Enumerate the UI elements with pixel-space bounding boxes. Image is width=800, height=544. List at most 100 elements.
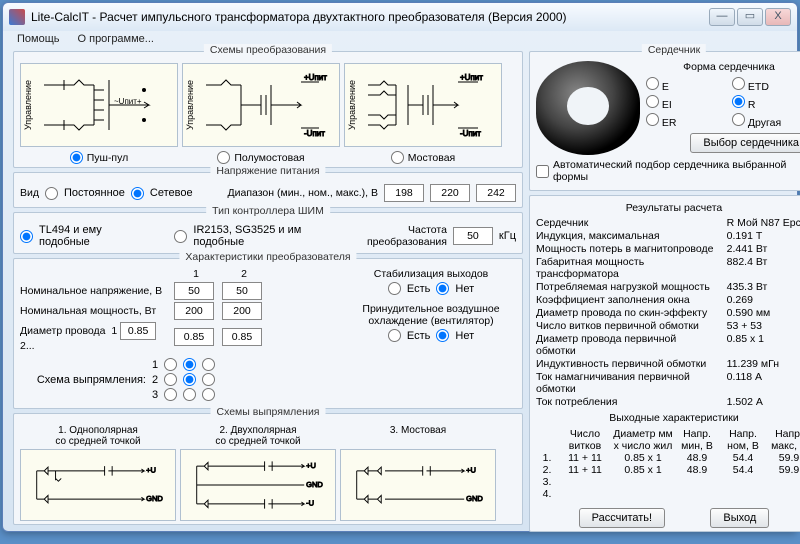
scheme-pushpull-img: Управление ~Uпит+ bbox=[20, 63, 178, 147]
input-vmin[interactable] bbox=[384, 184, 424, 202]
rs2-1[interactable] bbox=[164, 373, 177, 386]
svg-text:GND: GND bbox=[306, 480, 323, 489]
rs1-1[interactable] bbox=[164, 358, 177, 371]
pwm-box: Тип контроллера ШИМ TL494 и ему подобные… bbox=[13, 212, 523, 254]
fan-yes: Есть bbox=[407, 330, 430, 342]
rs3-2[interactable] bbox=[183, 388, 196, 401]
conversion-schemes-box: Схемы преобразования Управление ~Uпит+ П… bbox=[13, 51, 523, 168]
radio-fan-yes[interactable] bbox=[388, 329, 401, 342]
res-pgab-lbl: Габаритная мощность трансформатора bbox=[536, 256, 717, 280]
label-pushpull: Пуш-пул bbox=[87, 152, 129, 164]
rs3-3[interactable] bbox=[202, 388, 215, 401]
res-kfill-lbl: Коэффициент заполнения окна bbox=[536, 294, 717, 306]
res-np-lbl: Число витков первичной обмотки bbox=[536, 320, 717, 332]
freq-unit: кГц bbox=[499, 230, 516, 242]
input-wd1[interactable] bbox=[174, 328, 214, 346]
radio-E[interactable] bbox=[646, 77, 659, 90]
radio-ETD[interactable] bbox=[732, 77, 745, 90]
res-kfill-val: 0.269 bbox=[727, 294, 800, 306]
converter-params-box: Характеристики преобразователя 12 Номина… bbox=[13, 258, 523, 409]
radio-fullbridge[interactable] bbox=[391, 151, 404, 164]
input-v2[interactable] bbox=[222, 282, 262, 300]
input-p2[interactable] bbox=[222, 302, 262, 320]
out-h5: Напр. макс, В bbox=[766, 428, 800, 452]
radio-EI[interactable] bbox=[646, 95, 659, 108]
radio-fan-no[interactable] bbox=[436, 329, 449, 342]
radio-pushpull[interactable] bbox=[70, 151, 83, 164]
choose-core-button[interactable]: Выбор сердечника bbox=[690, 133, 800, 153]
more-label[interactable]: 2... bbox=[20, 340, 35, 352]
radio-constant[interactable] bbox=[45, 187, 58, 200]
rs1-3[interactable] bbox=[202, 358, 215, 371]
rs-row3: 3 bbox=[152, 389, 158, 401]
input-v1[interactable] bbox=[174, 282, 214, 300]
svg-text:-U: -U bbox=[306, 499, 314, 508]
rs-row2: 2 bbox=[152, 374, 158, 386]
nom-p-label: Номинальная мощность, Вт bbox=[20, 305, 170, 317]
radio-halfbridge[interactable] bbox=[217, 151, 230, 164]
rs2-title-b: со средней точкой bbox=[215, 436, 300, 447]
supply-range-label: Диапазон (мин., ном., макс.), В bbox=[228, 187, 379, 199]
rs2-3[interactable] bbox=[202, 373, 215, 386]
chk-auto-core[interactable] bbox=[536, 165, 549, 178]
maximize-button[interactable]: ▭ bbox=[737, 8, 763, 26]
radio-stab-no[interactable] bbox=[436, 282, 449, 295]
res-pload-val: 435.3 Вт bbox=[727, 281, 800, 293]
rs1-2[interactable] bbox=[183, 358, 196, 371]
minimize-button[interactable]: — bbox=[709, 8, 735, 26]
close-button[interactable]: X bbox=[765, 8, 791, 26]
res-imag-val: 0.118 А bbox=[727, 371, 800, 395]
menu-about[interactable]: О программе... bbox=[78, 33, 154, 45]
res-lp-lbl: Индуктивность первичной обмотки bbox=[536, 358, 717, 370]
input-p1[interactable] bbox=[174, 302, 214, 320]
radio-other[interactable] bbox=[732, 113, 745, 126]
input-freq[interactable] bbox=[453, 227, 493, 245]
radio-R[interactable] bbox=[732, 95, 745, 108]
stab-label: Стабилизация выходов bbox=[346, 268, 516, 280]
table-row: 4. bbox=[536, 488, 800, 500]
rs3-1[interactable] bbox=[164, 388, 177, 401]
input-wd0[interactable] bbox=[120, 322, 156, 340]
auto-core-label: Автоматический подбор сердечника выбранн… bbox=[553, 159, 800, 183]
halfbridge-circuit-icon: +Uпит-Uпит bbox=[186, 70, 336, 140]
supply-title: Напряжение питания bbox=[210, 165, 325, 177]
res-icons-val: 1.502 А bbox=[727, 396, 800, 408]
res-imag-lbl: Ток намагничивания первичной обмотки bbox=[536, 371, 717, 395]
label-fullbridge: Мостовая bbox=[408, 152, 455, 164]
label-ETD: ETD bbox=[748, 81, 769, 93]
radio-stab-yes[interactable] bbox=[388, 282, 401, 295]
titlebar[interactable]: Lite-CalcIT - Расчет импульсного трансфо… bbox=[3, 3, 797, 31]
label-R: R bbox=[748, 99, 756, 111]
exit-button[interactable]: Выход bbox=[710, 508, 769, 528]
rect-schemes-title: Схемы выпрямления bbox=[211, 406, 326, 418]
scheme-ctrl-label: Управление bbox=[23, 80, 33, 130]
res-bmax-val: 0.191 Т bbox=[727, 230, 800, 242]
fan-label: Принудительное воздушное охлаждение (вен… bbox=[346, 303, 516, 327]
res-skin-lbl: Диаметр провода по скин-эффекту bbox=[536, 307, 717, 319]
rect-schemes-box: Схемы выпрямления 1. Однополярнаясо сред… bbox=[13, 413, 523, 525]
svg-text:-Uпит: -Uпит bbox=[304, 129, 325, 138]
svg-text:GND: GND bbox=[146, 494, 163, 503]
svg-text:GND: GND bbox=[466, 494, 483, 503]
out-h4: Напр. ном, В bbox=[720, 428, 766, 452]
res-pload-lbl: Потребляемая нагрузкой мощность bbox=[536, 281, 717, 293]
label-ir2153: IR2153, SG3525 и им подобные bbox=[193, 224, 353, 248]
radio-line[interactable] bbox=[131, 187, 144, 200]
input-vmax[interactable] bbox=[476, 184, 516, 202]
rs2-2[interactable] bbox=[183, 373, 196, 386]
scheme-ctrl-label2: Управление bbox=[185, 80, 195, 130]
freq-label: Частота преобразования bbox=[366, 224, 447, 248]
input-wd2[interactable] bbox=[222, 328, 262, 346]
col-hdr-2: 2 bbox=[222, 268, 266, 280]
radio-tl494[interactable] bbox=[20, 230, 33, 243]
label-tl494: TL494 и ему подобные bbox=[39, 224, 155, 248]
radio-ER[interactable] bbox=[646, 113, 659, 126]
calculate-button[interactable]: Рассчитать! bbox=[579, 508, 665, 528]
menu-help[interactable]: Помощь bbox=[17, 33, 60, 45]
core-image bbox=[536, 61, 640, 155]
conv-schemes-title: Схемы преобразования bbox=[204, 44, 332, 56]
input-vnom[interactable] bbox=[430, 184, 470, 202]
radio-ir2153[interactable] bbox=[174, 230, 187, 243]
table-row: 1.11 + 110.85 x 148.954.459.9 bbox=[536, 452, 800, 464]
label-EI: EI bbox=[662, 99, 672, 111]
